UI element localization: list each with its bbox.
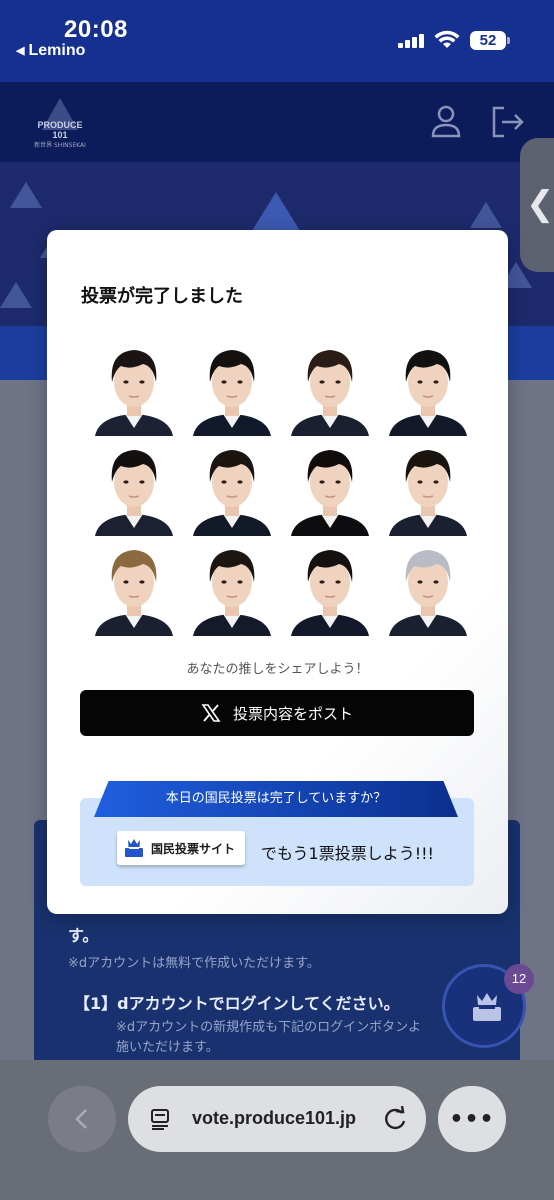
trainee-photo	[183, 436, 281, 536]
back-app-label: Lemino	[28, 42, 86, 59]
trainee-photo	[183, 336, 281, 436]
more-options-button[interactable]: •••	[438, 1086, 506, 1152]
ellipsis-icon: •••	[449, 1106, 495, 1132]
wifi-icon	[434, 30, 460, 48]
trainee-photo	[85, 536, 183, 636]
info-line-5: 施いただけます。	[116, 1040, 219, 1055]
trainee-photo	[281, 536, 379, 636]
trainee-photo	[85, 336, 183, 436]
post-to-x-button[interactable]: 投票内容をポスト	[80, 690, 474, 736]
page-menu-icon[interactable]	[150, 1108, 172, 1130]
x-logo-icon	[201, 704, 221, 722]
site-button-label: 国民投票サイト	[151, 841, 236, 856]
portrait-icon	[95, 350, 173, 436]
info-line-4: ※dアカウントの新規作成も下記のログインボタンよ	[116, 1020, 422, 1035]
reload-icon[interactable]	[382, 1106, 408, 1132]
trainee-photo	[183, 536, 281, 636]
status-bar: 20:08 ◀ Lemino 52	[0, 0, 554, 82]
browser-back-button[interactable]	[48, 1086, 116, 1152]
status-time: 20:08	[64, 16, 128, 43]
share-caption: あなたの推しをシェアしよう！	[186, 662, 369, 677]
trainee-photo	[85, 436, 183, 536]
address-bar[interactable]: vote.produce101.jp	[128, 1086, 426, 1152]
portrait-icon	[389, 550, 467, 636]
cellular-signal-icon	[398, 34, 426, 48]
back-to-app[interactable]: ◀ Lemino	[16, 42, 85, 60]
notification-badge: 12	[504, 964, 534, 994]
banner-triangle-icon	[250, 192, 302, 234]
portrait-icon	[193, 550, 271, 636]
battery-indicator: 52	[470, 31, 510, 50]
vote-complete-modal: 投票が完了しました あなたの推しをシェアしよう！ 投票内容をポスト 本日の国民投…	[47, 230, 508, 914]
logo-text: PRODUCE 101	[37, 120, 83, 140]
logo-subtext: 新世界 SHINSEKAI	[34, 142, 86, 149]
trainee-photo-grid	[85, 336, 477, 636]
modal-title: 投票が完了しました	[81, 286, 243, 307]
info-line-2: ※dアカウントは無料で作成いただけます。	[68, 956, 320, 971]
portrait-icon	[291, 450, 369, 536]
back-triangle-icon: ◀	[16, 45, 25, 57]
post-button-label: 投票内容をポスト	[232, 704, 353, 723]
site-header: PRODUCE 101 新世界 SHINSEKAI	[0, 82, 554, 162]
trainee-photo	[281, 336, 379, 436]
url-text: vote.produce101.jp	[192, 1108, 357, 1128]
produce101-logo[interactable]: PRODUCE 101 新世界 SHINSEKAI	[30, 98, 90, 154]
logout-icon[interactable]	[490, 104, 526, 140]
portrait-icon	[95, 550, 173, 636]
ballot-crown-icon	[473, 993, 501, 1021]
ballot-box-icon	[125, 839, 143, 857]
vote-ribbon: 本日の国民投票は完了していますか？	[94, 781, 458, 817]
trainee-photo	[281, 436, 379, 536]
portrait-icon	[95, 450, 173, 536]
chevron-left-icon	[75, 1109, 87, 1129]
portrait-icon	[389, 450, 467, 536]
national-vote-site-button[interactable]: 国民投票サイト	[117, 831, 245, 865]
side-panel-handle[interactable]: ❮	[520, 138, 554, 272]
portrait-icon	[389, 350, 467, 436]
trainee-photo	[379, 336, 477, 436]
portrait-icon	[193, 350, 271, 436]
portrait-icon	[291, 350, 369, 436]
chevron-left-icon: ❮	[526, 184, 554, 224]
portrait-icon	[291, 550, 369, 636]
info-line-3: 【1】dアカウントでログインしてください。	[74, 994, 400, 1013]
info-line-1: す。	[68, 926, 99, 945]
trainee-photo	[379, 436, 477, 536]
vote-more-text: でもう1票投票しよう!!!	[261, 844, 434, 863]
user-icon[interactable]	[430, 104, 462, 140]
trainee-photo	[379, 536, 477, 636]
portrait-icon	[193, 450, 271, 536]
